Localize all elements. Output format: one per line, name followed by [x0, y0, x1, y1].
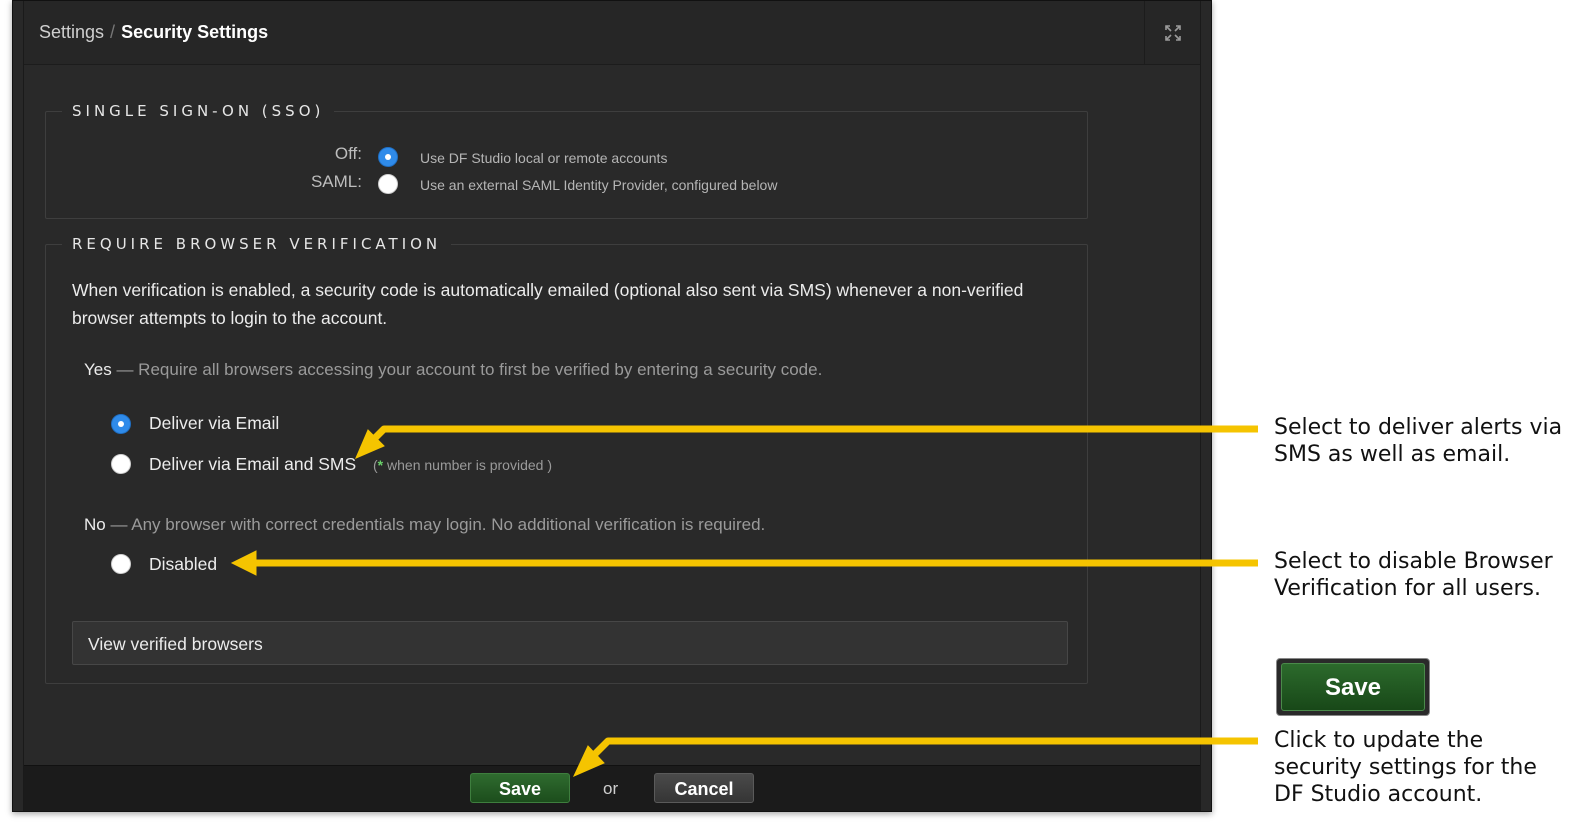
- verification-intro: When verification is enabled, a security…: [72, 280, 1024, 328]
- title-bar: Settings / Security Settings: [24, 1, 1200, 65]
- sso-off-description: Use DF Studio local or remote accounts: [420, 150, 668, 166]
- verification-yes-heading: Yes — Require all browsers accessing you…: [84, 360, 822, 380]
- sso-off-label: Off:: [334, 144, 362, 163]
- yes-description: — Require all browsers accessing your ac…: [111, 360, 823, 379]
- verification-legend: REQUIRE BROWSER VERIFICATION: [62, 235, 452, 253]
- deliver-email-label[interactable]: Deliver via Email: [149, 413, 279, 434]
- save-callout: Click to update the security settings fo…: [1274, 728, 1537, 807]
- disabled-label[interactable]: Disabled: [149, 554, 217, 575]
- disable-callout: Select to disable Browser Verification f…: [1274, 549, 1553, 601]
- expand-icon: [1164, 25, 1181, 41]
- sms-note-text: when number is provided ): [383, 457, 552, 473]
- breadcrumb-settings-link[interactable]: Settings: [39, 22, 104, 42]
- cancel-button[interactable]: Cancel: [654, 773, 754, 803]
- breadcrumb: Settings / Security Settings: [39, 22, 268, 43]
- sms-callout: Select to deliver alerts via SMS as well…: [1274, 415, 1563, 467]
- deliver-email-radio[interactable]: [111, 414, 131, 434]
- save-button[interactable]: Save: [470, 773, 570, 803]
- sso-saml-radio[interactable]: [378, 174, 398, 194]
- no-label: No: [84, 515, 106, 534]
- expand-button[interactable]: [1144, 1, 1200, 65]
- sso-saml-description: Use an external SAML Identity Provider, …: [420, 177, 778, 193]
- page-title: Security Settings: [121, 22, 269, 42]
- view-verified-browsers-button[interactable]: View verified browsers: [72, 621, 1068, 665]
- deliver-email-sms-label[interactable]: Deliver via Email and SMS: [149, 454, 356, 475]
- yes-label: Yes: [84, 360, 112, 379]
- settings-panel: Settings / Security Settings SINGLE SIGN-O…: [23, 1, 1201, 811]
- verification-no-heading: No — Any browser with correct credential…: [84, 515, 765, 535]
- deliver-email-sms-radio[interactable]: [111, 454, 131, 474]
- breadcrumb-separator: /: [110, 22, 116, 42]
- footer-bar: Save or Cancel: [24, 765, 1200, 811]
- settings-window: Settings / Security Settings SINGLE SIGN-O…: [12, 0, 1212, 812]
- sso-off-radio[interactable]: [378, 147, 398, 167]
- save-button-sample-label: Save: [1281, 663, 1425, 711]
- disabled-radio[interactable]: [111, 554, 131, 574]
- save-button-sample: Save: [1276, 658, 1430, 716]
- or-text: or: [603, 779, 619, 798]
- no-description: — Any browser with correct credentials m…: [105, 515, 766, 534]
- sms-note: (* when number is provided ): [373, 457, 552, 473]
- sso-saml-label: SAML:: [310, 172, 362, 191]
- sso-legend: SINGLE SIGN-ON (SSO): [62, 102, 335, 120]
